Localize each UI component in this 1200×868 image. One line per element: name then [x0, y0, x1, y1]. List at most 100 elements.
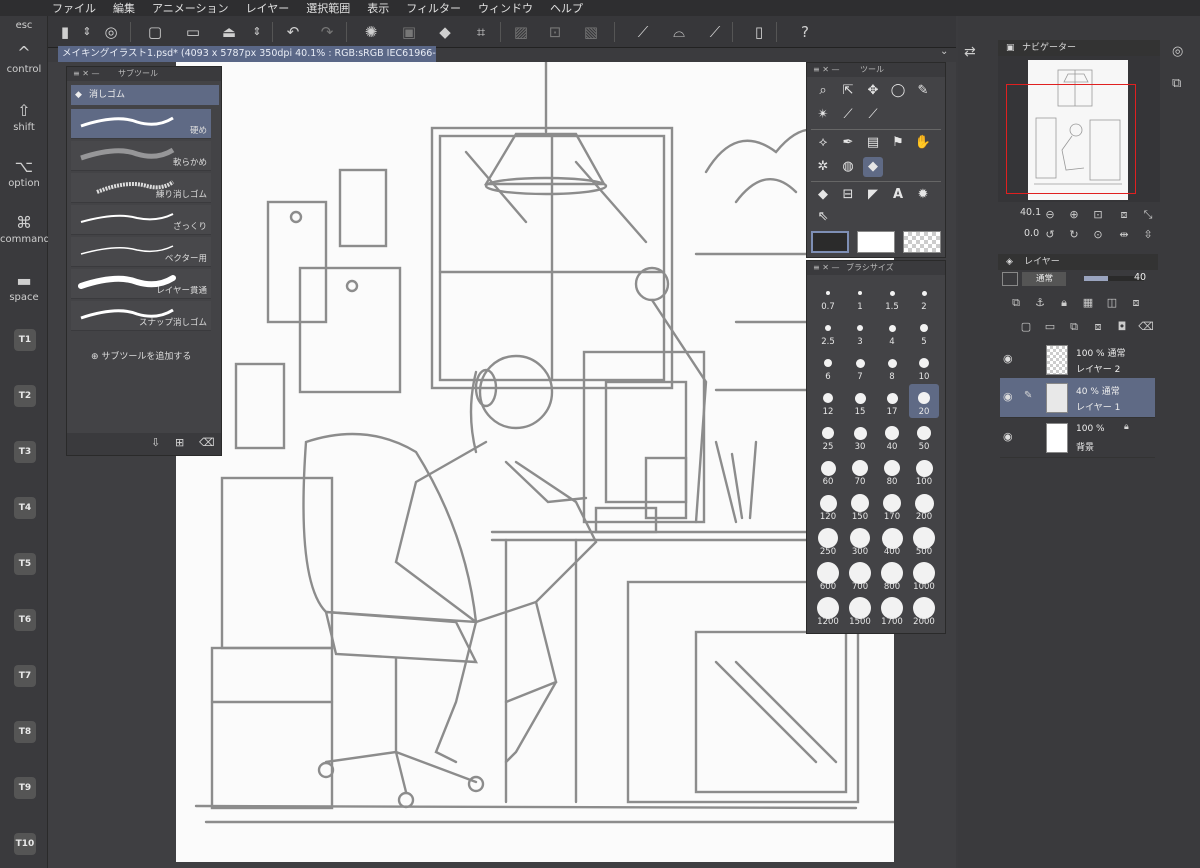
brush-size-option[interactable]: 300: [845, 524, 875, 558]
control-key[interactable]: ^ control: [0, 44, 48, 76]
app-icon[interactable]: ▮: [54, 21, 76, 43]
select-arrow-icon[interactable]: ⇖: [813, 207, 833, 227]
brush-size-option[interactable]: 3: [845, 314, 875, 348]
brush-size-option[interactable]: 20: [909, 384, 939, 418]
menu-icon[interactable]: ≡: [813, 263, 820, 272]
duplicate-icon[interactable]: ⊞: [175, 436, 184, 449]
clip-studio-icon[interactable]: ◎: [100, 21, 122, 43]
deselect-icon[interactable]: ▨: [510, 21, 532, 43]
brush-size-option[interactable]: 170: [877, 489, 907, 523]
gradient-icon[interactable]: ◤: [863, 185, 883, 205]
brush-size-option[interactable]: 120: [813, 489, 843, 523]
layer-color-box[interactable]: [1002, 272, 1018, 286]
brush-size-option[interactable]: 10: [909, 349, 939, 383]
navigator-preview[interactable]: [998, 56, 1160, 202]
space-key[interactable]: ▬ space: [0, 272, 48, 304]
visibility-eye-icon[interactable]: ◉: [1003, 430, 1013, 443]
menu-file[interactable]: ファイル: [52, 0, 96, 16]
snap-special-icon[interactable]: ⌓: [668, 21, 690, 43]
reference-layer-icon[interactable]: ⚓: [1032, 296, 1048, 310]
brush-soft[interactable]: 軟らかめ: [71, 141, 211, 171]
brush-size-option[interactable]: 4: [877, 314, 907, 348]
menu-layer[interactable]: レイヤー: [246, 0, 290, 16]
navigator-tab[interactable]: ▣ ナビゲーター: [998, 40, 1160, 56]
palette-icon[interactable]: ⧈: [1128, 296, 1144, 310]
delete-layer-icon[interactable]: ⌫: [1138, 320, 1154, 334]
new-folder-icon[interactable]: ▭: [1042, 320, 1058, 334]
frame-icon[interactable]: ⊟: [838, 185, 858, 205]
brush-rough[interactable]: ざっくり: [71, 205, 211, 235]
brush-size-option[interactable]: 150: [845, 489, 875, 523]
brush-size-option[interactable]: 2000: [909, 594, 939, 628]
swap-icon[interactable]: ⇄: [964, 44, 976, 60]
brush-size-option[interactable]: 80: [877, 454, 907, 488]
lasso-icon[interactable]: ◯: [888, 81, 908, 101]
brush-size-option[interactable]: 1: [845, 279, 875, 313]
zoom-out-icon[interactable]: ⊖: [1042, 208, 1058, 222]
gear-icon[interactable]: ✲: [813, 157, 833, 177]
chevron-down-icon[interactable]: ⌄: [940, 46, 948, 57]
t4-key[interactable]: T4: [14, 497, 36, 519]
brush-size-option[interactable]: 400: [877, 524, 907, 558]
menu-selection[interactable]: 選択範囲: [306, 0, 350, 16]
t1-key[interactable]: T1: [14, 329, 36, 351]
new-raster-layer-icon[interactable]: ▢: [1018, 320, 1034, 334]
zoom-icon[interactable]: ⌕: [813, 81, 833, 101]
rotate-left-icon[interactable]: ↺: [1042, 228, 1058, 242]
visibility-eye-icon[interactable]: ◉: [1003, 352, 1013, 365]
brush-size-option[interactable]: 2: [909, 279, 939, 313]
document-tab[interactable]: メイキングイラスト1.psd* (4093 x 5787px 350dpi 40…: [58, 46, 436, 62]
eyedropper-icon[interactable]: ⟋: [838, 105, 858, 125]
decoration-icon[interactable]: ⚑: [888, 133, 908, 153]
brush-size-option[interactable]: 800: [877, 559, 907, 593]
redo-icon[interactable]: ↷: [316, 21, 338, 43]
close-icon[interactable]: ✕: [820, 65, 832, 74]
fit-icon[interactable]: ⧈: [1116, 208, 1132, 222]
brush-size-option[interactable]: 500: [909, 524, 939, 558]
snap-grid-icon[interactable]: ⟋: [704, 21, 726, 43]
sparkle-icon[interactable]: ✴: [813, 105, 833, 125]
t8-key[interactable]: T8: [14, 721, 36, 743]
clip-layer-icon[interactable]: ⧉: [1008, 296, 1024, 310]
layer-stack-icon[interactable]: ⧉: [1172, 76, 1181, 91]
save-icon[interactable]: ⏏: [218, 21, 240, 43]
reset-rotation-icon[interactable]: ⊙: [1090, 228, 1106, 242]
visibility-eye-icon[interactable]: ◉: [1003, 390, 1013, 403]
menu-window[interactable]: ウィンドウ: [478, 0, 533, 16]
t9-key[interactable]: T9: [14, 777, 36, 799]
brush-size-option[interactable]: 1700: [877, 594, 907, 628]
layer-row[interactable]: ◉ 100 % 通常 レイヤー 2: [1000, 340, 1155, 380]
brush-size-option[interactable]: 12: [813, 384, 843, 418]
subtool-group[interactable]: ◆ 消しゴム: [71, 85, 219, 105]
eraser-icon[interactable]: ◆: [863, 157, 883, 177]
transparent-color-swatch[interactable]: [903, 231, 941, 253]
minimize-icon[interactable]: —: [832, 263, 840, 272]
brush-through-layers[interactable]: レイヤー貫通: [71, 269, 211, 299]
stepper-icon[interactable]: ⇕: [76, 21, 98, 43]
fill-bucket-icon[interactable]: ◆: [813, 185, 833, 205]
command-key[interactable]: ⌘ command: [0, 214, 50, 246]
invert-selection-icon[interactable]: ▧: [580, 21, 602, 43]
brush-size-option[interactable]: 100: [909, 454, 939, 488]
layer-tab[interactable]: ◈ レイヤー: [998, 254, 1158, 270]
import-icon[interactable]: ⇩: [151, 436, 160, 449]
zoom-in-icon[interactable]: ⊕: [1066, 208, 1082, 222]
t3-key[interactable]: T3: [14, 441, 36, 463]
close-icon[interactable]: ✕: [82, 69, 91, 78]
menu-help[interactable]: ヘルプ: [550, 0, 583, 16]
help-icon[interactable]: ?: [794, 21, 816, 43]
blend-mode-select[interactable]: 通常: [1022, 272, 1066, 286]
lock-transparency-icon[interactable]: ▦: [1080, 296, 1096, 310]
menu-view[interactable]: 表示: [367, 0, 389, 16]
flip-horizontal-icon[interactable]: ⇹: [1116, 228, 1132, 242]
add-subtool-button[interactable]: ⊕ サブツールを追加する: [91, 349, 191, 362]
copy-layer-icon[interactable]: ⧉: [1066, 320, 1082, 334]
move-icon[interactable]: ✥: [863, 81, 883, 101]
brush-size-option[interactable]: 200: [909, 489, 939, 523]
fill-icon[interactable]: ◆: [434, 21, 456, 43]
brush-size-option[interactable]: 6: [813, 349, 843, 383]
magic-wand-icon[interactable]: ✎: [913, 81, 933, 101]
vector-pen-icon[interactable]: ⟡: [813, 133, 833, 153]
stepper2-icon[interactable]: ⇕: [246, 21, 268, 43]
brush-size-option[interactable]: 15: [845, 384, 875, 418]
